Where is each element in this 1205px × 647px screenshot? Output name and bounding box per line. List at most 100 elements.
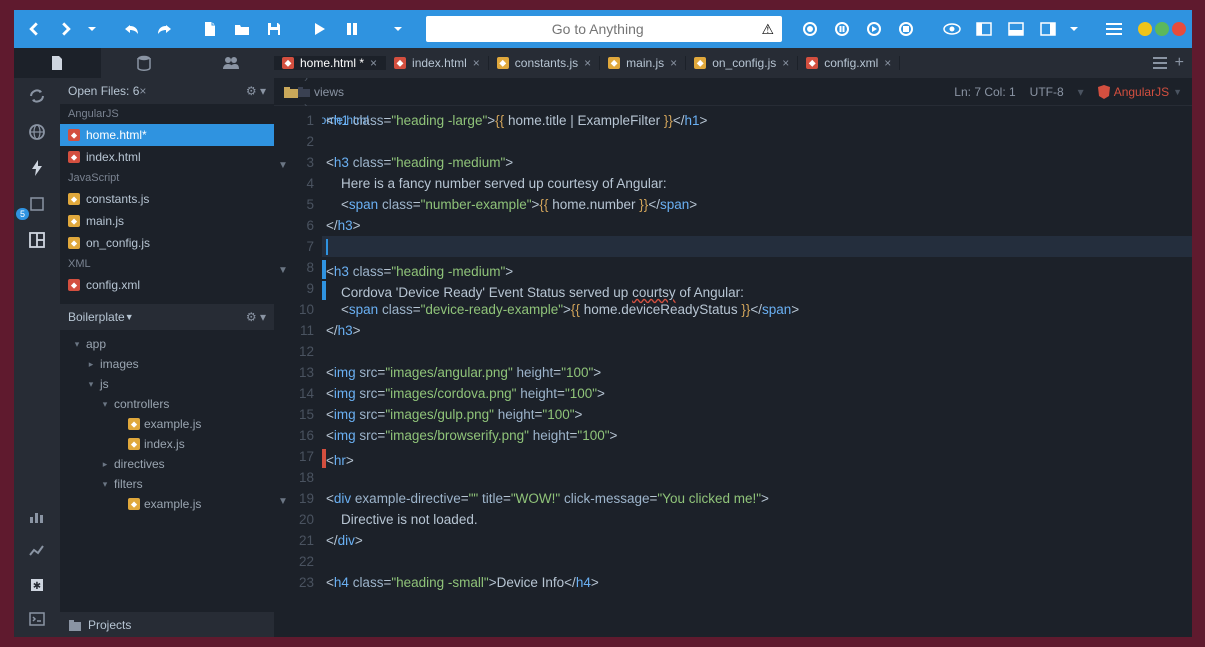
code-line[interactable]: <img src="images/cordova.png" height="10…	[322, 383, 1192, 404]
breadcrumb-segment[interactable]: views	[298, 85, 371, 99]
tree-folder[interactable]: ▾controllers	[60, 394, 274, 414]
close-open-files-button[interactable]: ×	[139, 84, 146, 98]
focus-mode-button[interactable]	[938, 15, 966, 43]
file-tab[interactable]: ⬥config.xml×	[798, 56, 900, 70]
rail-layout-icon[interactable]	[27, 230, 47, 250]
project-gear-icon[interactable]: ⚙ ▾	[246, 310, 266, 324]
code-editor[interactable]: 12▼34567▼89101112131415161718▼1920212223…	[274, 106, 1192, 637]
gutter-line[interactable]: ▼3	[278, 152, 314, 173]
code-line[interactable]: Directive is not loaded.	[322, 509, 1192, 530]
file-tab[interactable]: ⬥constants.js×	[489, 56, 600, 70]
rail-graph-icon[interactable]	[27, 541, 47, 561]
tree-folder[interactable]: ▾js	[60, 374, 274, 394]
redo-button[interactable]	[150, 15, 178, 43]
code-line[interactable]: <div example-directive="" title="WOW!" c…	[322, 488, 1192, 509]
open-file-item[interactable]: ⬥constants.js	[60, 188, 274, 210]
open-file-item[interactable]: ⬥home.html*	[60, 124, 274, 146]
code-line[interactable]	[322, 236, 1192, 257]
new-file-button[interactable]	[196, 15, 224, 43]
code-line[interactable]	[322, 341, 1192, 362]
close-tab-button[interactable]: ×	[782, 56, 789, 70]
language-mode[interactable]: AngularJS ▼	[1098, 85, 1182, 99]
minimize-button[interactable]	[1138, 22, 1152, 36]
gutter-line[interactable]: 11	[278, 320, 314, 341]
code-line[interactable]: <hr>	[322, 446, 1192, 467]
close-button[interactable]	[1172, 22, 1186, 36]
code-line[interactable]: <img src="images/gulp.png" height="100">	[322, 404, 1192, 425]
code-line[interactable]: <h3 class="heading -medium">	[322, 152, 1192, 173]
open-files-gear-icon[interactable]: ⚙ ▾	[246, 84, 266, 98]
code-line[interactable]: </div>	[322, 530, 1192, 551]
tree-folder[interactable]: ▸directives	[60, 454, 274, 474]
file-tab[interactable]: ⬥on_config.js×	[686, 56, 798, 70]
gutter-line[interactable]: 21	[278, 530, 314, 551]
gutter-line[interactable]: ▼19	[278, 488, 314, 509]
close-tab-button[interactable]: ×	[473, 56, 480, 70]
open-file-button[interactable]	[228, 15, 256, 43]
tree-folder[interactable]: ▾filters	[60, 474, 274, 494]
gutter-line[interactable]: 1	[278, 110, 314, 131]
tree-twisty-icon[interactable]: ▾	[100, 479, 110, 490]
layout-menu-button[interactable]	[1066, 15, 1082, 43]
encoding[interactable]: UTF-8	[1030, 85, 1064, 99]
open-file-item[interactable]: ⬥main.js	[60, 210, 274, 232]
rail-flash-icon[interactable]	[27, 158, 47, 178]
rail-chart-icon[interactable]	[27, 507, 47, 527]
gutter-line[interactable]: ▼8	[278, 257, 314, 278]
code-line[interactable]: <span class="device-ready-example">{{ ho…	[322, 299, 1192, 320]
gutter-line[interactable]: 10	[278, 299, 314, 320]
undo-button[interactable]	[118, 15, 146, 43]
code-line[interactable]	[322, 551, 1192, 572]
code-line[interactable]: </h3>	[322, 215, 1192, 236]
gutter-line[interactable]: 7	[278, 236, 314, 257]
new-tab-button[interactable]: +	[1175, 57, 1184, 69]
tree-twisty-icon[interactable]: ▸	[100, 459, 110, 470]
open-file-item[interactable]: ⬥on_config.js	[60, 232, 274, 254]
tab-list-button[interactable]	[1153, 57, 1167, 69]
play-macro-button[interactable]	[860, 15, 888, 43]
code-line[interactable]: <span class="number-example">{{ home.num…	[322, 194, 1192, 215]
gutter-line[interactable]: 14	[278, 383, 314, 404]
gutter-line[interactable]: 5	[278, 194, 314, 215]
sidebar-tab-users[interactable]	[187, 48, 274, 78]
tree-file[interactable]: ⬥example.js	[60, 494, 274, 514]
gutter-line[interactable]: 2	[278, 131, 314, 152]
rail-sync-icon[interactable]	[27, 86, 47, 106]
gutter-line[interactable]: 6	[278, 215, 314, 236]
project-header-chevron-icon[interactable]: ▼	[125, 312, 134, 322]
tree-twisty-icon[interactable]: ▾	[72, 339, 82, 350]
code-line[interactable]: Here is a fancy number served up courtes…	[322, 173, 1192, 194]
debug-menu-button[interactable]	[384, 15, 412, 43]
menu-button[interactable]	[1100, 15, 1128, 43]
gutter-line[interactable]: 20	[278, 509, 314, 530]
open-file-item[interactable]: ⬥index.html	[60, 146, 274, 168]
maximize-button[interactable]	[1155, 22, 1169, 36]
gutter-line[interactable]: 4	[278, 173, 314, 194]
rail-terminal-icon[interactable]	[27, 609, 47, 629]
search-input[interactable]	[434, 21, 761, 37]
close-tab-button[interactable]: ×	[884, 56, 891, 70]
record-macro-button[interactable]	[796, 15, 824, 43]
play-button[interactable]	[306, 15, 334, 43]
tree-folder[interactable]: ▸images	[60, 354, 274, 374]
tree-file[interactable]: ⬥index.js	[60, 434, 274, 454]
gutter-line[interactable]: 17	[278, 446, 314, 467]
code-line[interactable]: <img src="images/angular.png" height="10…	[322, 362, 1192, 383]
file-tab[interactable]: ⬥home.html *×	[274, 56, 386, 70]
forward-button[interactable]	[52, 15, 80, 43]
rail-changes-icon[interactable]	[27, 194, 47, 214]
layout-left-button[interactable]	[970, 15, 998, 43]
code-line[interactable]: </h3>	[322, 320, 1192, 341]
sidebar-tab-database[interactable]	[101, 48, 188, 78]
gutter-line[interactable]: 18	[278, 467, 314, 488]
file-tab[interactable]: ⬥index.html×	[386, 56, 489, 70]
close-tab-button[interactable]: ×	[670, 56, 677, 70]
gutter-line[interactable]: 13	[278, 362, 314, 383]
gutter-line[interactable]: 16	[278, 425, 314, 446]
code-line[interactable]: <h3 class="heading -medium">	[322, 257, 1192, 278]
code-line[interactable]: <h1 class="heading -large">{{ home.title…	[322, 110, 1192, 131]
go-to-anything-search[interactable]: ⚠	[426, 16, 782, 42]
cursor-position[interactable]: Ln: 7 Col: 1	[954, 85, 1015, 99]
sidebar-tab-files[interactable]	[14, 48, 101, 78]
gutter-line[interactable]: 15	[278, 404, 314, 425]
